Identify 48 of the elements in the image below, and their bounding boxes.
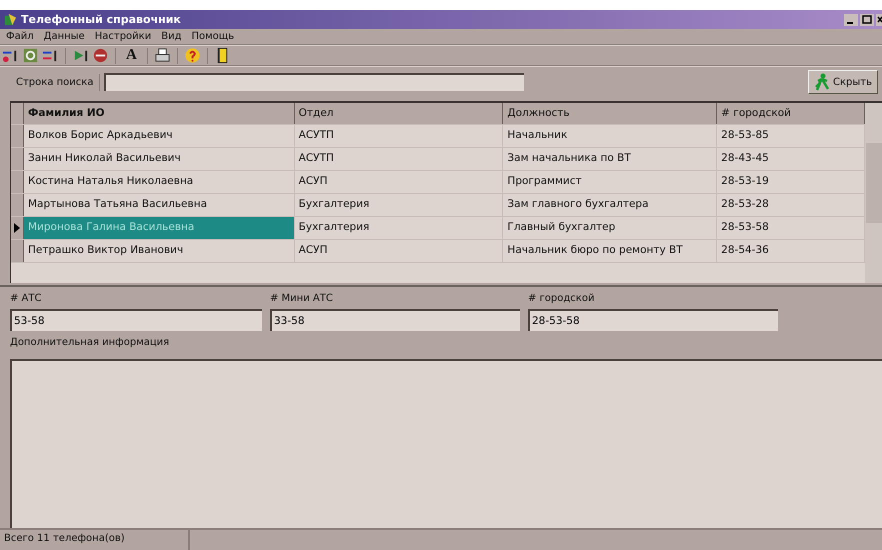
table-cell: Петрашко Виктор Иванович [24,240,295,262]
running-man-icon [814,73,830,91]
table-cell: Миронова Галина Васильевна [24,217,295,239]
hide-button[interactable]: Скрыть [808,70,878,94]
field-label: # городской [528,293,596,306]
table-cell: АСУП [294,171,504,193]
table-cell: АСУТП [294,125,504,147]
search-label: Строка поиска [10,74,100,90]
maximize-button[interactable] [860,14,874,26]
table-cell: Волков Борис Аркадьевич [24,125,295,147]
menu-item[interactable]: Помощь [191,31,234,42]
table-cell: Зам начальника по ВТ [503,148,718,170]
table-cell: Зам главного бухгалтера [503,194,718,216]
table-cell: Программист [503,171,718,193]
menu-item[interactable]: Вид [161,31,182,42]
table-cell: Начальник бюро по ремонту ВТ [503,240,718,262]
close-button[interactable] [876,14,882,26]
stop-icon[interactable] [92,47,109,64]
table-cell: Бухгалтерия [294,217,504,239]
menu-item[interactable]: Файл [6,31,34,42]
table-cell: Мартынова Татьяна Васильевна [24,194,295,216]
input-field[interactable]: 33-58 [270,309,520,331]
field-label: Дополнительная информация [9,337,170,350]
input-field[interactable]: 28-53-58 [528,309,778,331]
input-field[interactable]: 53-58 [10,309,262,331]
table-cell: Начальник [503,125,718,147]
table-cell: АСУП [294,240,504,262]
column-header[interactable]: Фамилия ИО [24,103,295,124]
column-header[interactable]: Должность [503,103,718,124]
window-title: Телефонный справочник [21,13,181,26]
search-field[interactable] [104,73,524,91]
scrollbar[interactable] [865,103,882,283]
table-cell: Костина Наталья Николаевна [24,171,295,193]
minimize-button[interactable] [844,14,858,26]
printer-icon[interactable] [154,47,171,64]
field-label: # АТС [10,293,42,306]
status-text: Всего 11 телефона(ов) [0,530,190,550]
column-header[interactable]: Отдел [294,103,504,124]
table-cell: АСУТП [294,148,504,170]
menu-item[interactable]: Данные [44,31,85,42]
table-cell: Бухгалтерия [294,194,504,216]
row-selector[interactable] [11,217,24,239]
help-icon[interactable] [184,47,201,64]
field-label: # Мини АТС [270,293,334,306]
font-button[interactable]: A [122,47,141,64]
menu-item[interactable]: Настройки [94,31,152,42]
table-cell: Главный бухгалтер [503,217,718,239]
table-cell: Занин Николай Васильевич [24,148,295,170]
